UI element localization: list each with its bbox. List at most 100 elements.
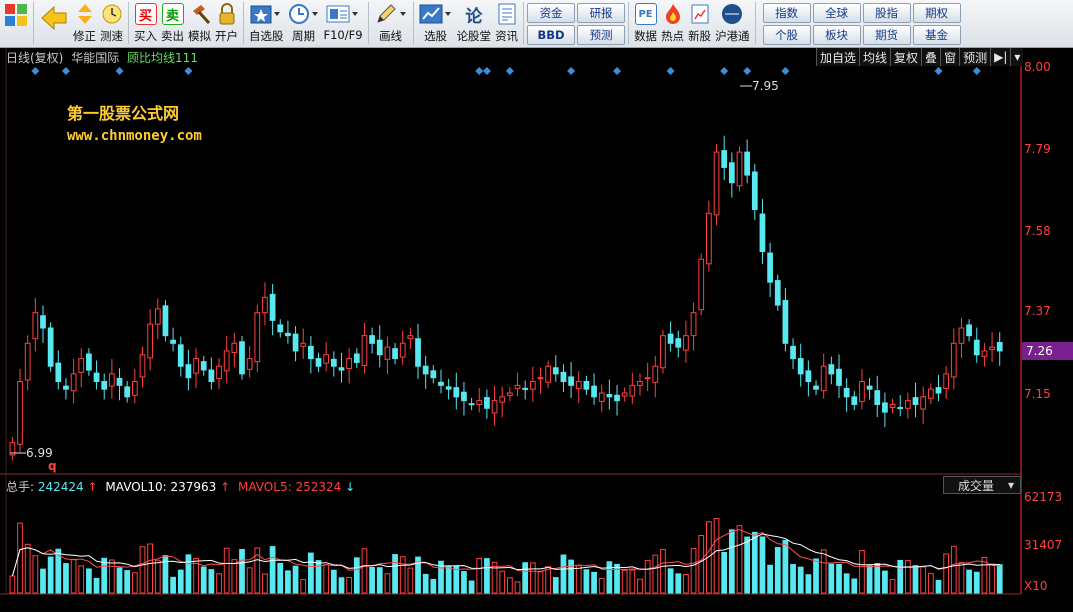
moving-average-button[interactable]: 均线 (859, 48, 891, 66)
volume-bar (514, 581, 521, 594)
toolbar-item-label: 沪港通 (715, 29, 750, 43)
market-button-sectors[interactable]: 板块 (812, 25, 861, 45)
candle-body (958, 327, 965, 344)
volume-bar (124, 570, 131, 594)
candle-body (568, 376, 574, 386)
volume-bar (399, 556, 406, 594)
candle-body (392, 348, 398, 360)
chart-toolbar: 加自选 均线 复权 叠 窗 预测 ▶| ▾ (816, 48, 1024, 66)
market-button-global[interactable]: 全球 (812, 3, 861, 23)
market-button-index[interactable]: 指数 (762, 3, 811, 23)
volume-bar (484, 558, 490, 594)
toolbar-item-10[interactable]: 选股 (417, 2, 455, 46)
price-axis-label: 7.15 (1024, 387, 1051, 401)
research-report-button[interactable]: 研报 (577, 3, 626, 23)
chart-menu-button[interactable]: ▾ (1010, 48, 1024, 66)
volume-bar (905, 560, 911, 594)
volume-bar (499, 570, 506, 594)
volume-bar (116, 567, 123, 594)
fund-flow-button[interactable]: 资金 (527, 3, 576, 23)
toolbar-item-12[interactable]: 资讯 (493, 2, 520, 46)
market-button-options[interactable]: 期权 (912, 3, 961, 23)
toolbar-item-4[interactable]: 模拟 (186, 2, 213, 46)
signal-marker (613, 67, 622, 75)
volume-bar (683, 574, 689, 594)
candle-body (575, 381, 582, 389)
candle-body (973, 339, 980, 356)
candle-body (216, 365, 222, 379)
candle-body (484, 397, 490, 409)
bbd-button[interactable]: BBD (527, 25, 576, 45)
price-axis-label: 8.00 (1024, 60, 1051, 74)
market-button-stocks[interactable]: 个股 (762, 25, 811, 45)
volume-bar (63, 563, 69, 594)
volume-bar (392, 554, 398, 594)
toolbar-item-0[interactable]: 修正 (71, 2, 98, 46)
toolbar-item-7[interactable]: 周期 (286, 2, 322, 46)
toolbar-item-9[interactable]: 画线 (372, 2, 410, 46)
candle-body (828, 364, 835, 375)
candle-body (905, 400, 911, 409)
mavol5-label: MAVOL5: (238, 480, 292, 494)
toolbar-item-hot[interactable]: 热点 (659, 2, 686, 46)
toolbar-item-3[interactable]: 卖 卖出 (159, 2, 186, 46)
signal-marker (972, 67, 981, 75)
candle-body (193, 358, 199, 374)
candle-body (438, 381, 444, 386)
indicator-name[interactable]: 顾比均线111 (127, 51, 198, 65)
skip-end-button[interactable]: ▶| (990, 48, 1011, 66)
kline-chart-area[interactable]: 日线(复权) 华能国际 顾比均线111 第一股票公式网 www.chnmoney… (0, 48, 1073, 612)
candle-body (47, 327, 54, 367)
price-axis-label: 7.37 (1024, 304, 1051, 318)
volume-bar (468, 580, 475, 594)
candle-body (453, 387, 460, 398)
add-watchlist-button[interactable]: 加自选 (816, 48, 860, 66)
volume-bar (713, 518, 720, 594)
volume-bar (177, 569, 184, 594)
market-button-stock-index[interactable]: 股指 (862, 3, 911, 23)
volume-bar (101, 557, 108, 594)
toolbar-item-1[interactable]: 测速 (98, 2, 125, 46)
market-button-funds[interactable]: 基金 (912, 25, 961, 45)
toolbar-item-data[interactable]: PE 数据 (632, 2, 659, 46)
arrow-up-down-icon (74, 3, 96, 25)
toolbar-item-hkconnect[interactable]: 沪港通 (713, 2, 752, 46)
candle-body (185, 364, 192, 379)
candle-body (223, 350, 230, 372)
toolbar-item-newstock[interactable]: 新股 (686, 2, 713, 46)
volume-bar (698, 535, 705, 594)
buy-icon: 买 (134, 3, 157, 25)
window-button[interactable]: 窗 (940, 48, 960, 66)
adjust-price-button[interactable]: 复权 (890, 48, 922, 66)
volume-bar (17, 522, 23, 594)
toolbar-item-5[interactable]: 开户 (213, 2, 240, 46)
overlay-button[interactable]: 叠 (921, 48, 941, 66)
toolbar-item-11[interactable]: 论 论股堂 (455, 2, 494, 46)
back-button[interactable] (37, 2, 71, 46)
forecast-button[interactable]: 预测 (577, 25, 626, 45)
signal-marker (720, 67, 729, 75)
sell-icon: 卖 (161, 3, 184, 25)
candle-body (751, 171, 758, 210)
signal-marker (184, 67, 193, 75)
app-logo[interactable] (2, 2, 30, 46)
toolbar-item-2[interactable]: 买 买入 (132, 2, 159, 46)
volume-indicator-select[interactable]: 成交量 ▾ (943, 476, 1021, 494)
volume-bar (836, 563, 842, 594)
chevron-down-icon: ▾ (1007, 478, 1014, 492)
candle-body (308, 345, 314, 360)
volume-bar (476, 557, 483, 594)
toolbar-item-6[interactable]: 自选股 (247, 2, 286, 46)
forecast-chart-button[interactable]: 预测 (959, 48, 991, 66)
volume-bar (805, 574, 812, 594)
mavol10-label: MAVOL10: (105, 480, 167, 494)
market-button-futures[interactable]: 期货 (862, 25, 911, 45)
stock-name[interactable]: 华能国际 (71, 51, 119, 65)
candle-body (660, 335, 666, 369)
volume-arrow: ↑ (87, 480, 98, 494)
volume-bar (675, 573, 682, 594)
volume-bar (109, 559, 115, 594)
toolbar-item-8[interactable]: F10/F9 (322, 2, 365, 46)
candle-body (874, 390, 881, 405)
candle-body (63, 385, 69, 390)
